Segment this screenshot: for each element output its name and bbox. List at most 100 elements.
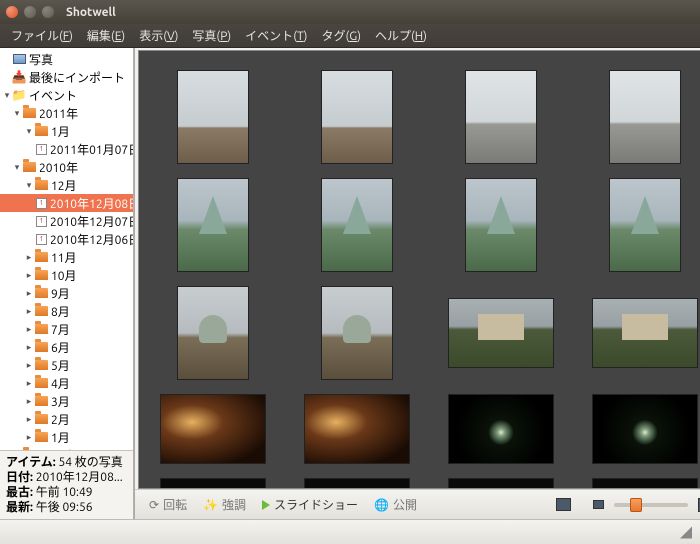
thumbnail[interactable] — [593, 71, 697, 163]
menu-tags[interactable]: タグ(G) — [314, 27, 368, 44]
photos-icon — [13, 54, 26, 64]
thumbnail[interactable] — [305, 287, 409, 379]
resize-grip-icon[interactable]: ◢ — [680, 524, 692, 541]
thumbnail[interactable] — [593, 179, 697, 271]
sidebar: 写真 📥最後にインポート ▾📁イベント ▾2011年 ▾1月 12011年01月… — [0, 48, 134, 519]
info-newest-value: 午後 09:56 — [36, 501, 93, 514]
folder-icon — [35, 180, 48, 190]
folder-icon — [35, 432, 48, 442]
publish-button[interactable]: 🌐公開 — [368, 494, 423, 515]
tree-month[interactable]: ▾1月 — [0, 122, 133, 140]
tree-month[interactable]: ▸4月 — [0, 374, 133, 392]
zoom-small-icon[interactable] — [593, 500, 604, 509]
tree-month[interactable]: ▸1月 — [0, 428, 133, 446]
tree-month[interactable]: ▸11月 — [0, 248, 133, 266]
thumbnail[interactable] — [593, 287, 697, 379]
tree-month[interactable]: ▸3月 — [0, 392, 133, 410]
thumbnail[interactable] — [305, 71, 409, 163]
folder-icon — [35, 396, 48, 406]
tree-events[interactable]: ▾📁イベント — [0, 86, 133, 104]
titlebar: Shotwell — [0, 0, 700, 24]
thumbnail[interactable] — [305, 395, 409, 463]
calendar-icon: 1 — [36, 198, 47, 209]
thumbnail[interactable] — [161, 71, 265, 163]
toolbar: ⟳回転 ✨強調 スライドショー 🌐公開 — [135, 489, 700, 519]
info-items-label: アイテム: — [6, 456, 56, 469]
info-oldest-label: 最古: — [6, 486, 33, 499]
thumbnail[interactable] — [449, 395, 553, 463]
folder-icon — [23, 108, 36, 118]
calendar-icon: 1 — [36, 216, 47, 227]
tree-year-2011[interactable]: ▾2011年 — [0, 104, 133, 122]
slideshow-button[interactable]: スライドショー — [256, 494, 364, 515]
thumbnail[interactable] — [161, 479, 265, 489]
minimize-icon[interactable] — [24, 6, 36, 18]
info-panel: アイテム: 54 枚の写真 日付: 2010年12月08... 最古: 午前 1… — [0, 450, 133, 519]
folder-icon — [35, 378, 48, 388]
info-date-value: 2010年12月08... — [36, 471, 123, 484]
tree-month[interactable]: ▾12月 — [0, 176, 133, 194]
thumbnail-gallery[interactable] — [138, 50, 700, 489]
wand-icon: ✨ — [203, 498, 218, 512]
slider-knob[interactable] — [630, 498, 642, 512]
tree-month[interactable]: ▸6月 — [0, 338, 133, 356]
folder-icon — [35, 342, 48, 352]
menu-edit[interactable]: 編集(E) — [80, 27, 132, 44]
filter-photos-icon[interactable] — [556, 498, 571, 511]
folder-icon — [35, 270, 48, 280]
tree-month[interactable]: ▸7月 — [0, 320, 133, 338]
folder-icon — [35, 360, 48, 370]
rotate-button[interactable]: ⟳回転 — [143, 494, 193, 515]
globe-icon: 🌐 — [374, 498, 389, 512]
folder-icon — [35, 288, 48, 298]
menu-file[interactable]: ファイル(F) — [4, 27, 80, 44]
menu-view[interactable]: 表示(V) — [132, 27, 185, 44]
maximize-icon[interactable] — [42, 6, 54, 18]
import-icon: 📥 — [12, 71, 26, 83]
thumbnail[interactable] — [449, 479, 553, 489]
folder-icon — [35, 252, 48, 262]
tree-date[interactable]: 12010年12月06日 — [0, 230, 133, 248]
tree-month[interactable]: ▸8月 — [0, 302, 133, 320]
tree-date[interactable]: 12010年12月07日 — [0, 212, 133, 230]
info-oldest-value: 午前 10:49 — [36, 486, 93, 499]
info-date-label: 日付: — [6, 471, 33, 484]
tree-date[interactable]: 12011年01月07日 — [0, 140, 133, 158]
menu-help[interactable]: ヘルプ(H) — [368, 27, 434, 44]
close-icon[interactable] — [6, 6, 18, 18]
info-items-value: 54 枚の写真 — [59, 456, 123, 469]
thumbnail[interactable] — [161, 395, 265, 463]
thumbnail[interactable] — [593, 395, 697, 463]
calendar-icon: 1 — [36, 234, 47, 245]
tree-last-import[interactable]: 📥最後にインポート — [0, 68, 133, 86]
thumbnail[interactable] — [449, 287, 553, 379]
folder-icon — [35, 306, 48, 316]
thumbnail[interactable] — [305, 479, 409, 489]
folder-icon — [23, 162, 36, 172]
thumbnail[interactable] — [449, 71, 553, 163]
tree-month[interactable]: ▸2月 — [0, 410, 133, 428]
tree-date-selected[interactable]: 12010年12月08日 — [0, 194, 133, 212]
tree-month[interactable]: ▸5月 — [0, 356, 133, 374]
tree-photos[interactable]: 写真 — [0, 50, 133, 68]
thumbnail[interactable] — [161, 287, 265, 379]
thumbnail[interactable] — [161, 179, 265, 271]
menu-photos[interactable]: 写真(P) — [185, 27, 238, 44]
folder-icon — [35, 414, 48, 424]
statusbar: ◢ — [0, 519, 700, 544]
folder-icon — [35, 324, 48, 334]
zoom-slider[interactable] — [614, 503, 688, 507]
window-title: Shotwell — [66, 6, 116, 19]
thumbnail[interactable] — [449, 179, 553, 271]
tree-month[interactable]: ▸9月 — [0, 284, 133, 302]
thumbnail[interactable] — [593, 479, 697, 489]
play-icon — [262, 500, 270, 510]
folder-icon — [35, 126, 48, 136]
tree-year-2010[interactable]: ▾2010年 — [0, 158, 133, 176]
thumbnail[interactable] — [305, 179, 409, 271]
menu-events[interactable]: イベント(T) — [238, 27, 314, 44]
tree-month[interactable]: ▸10月 — [0, 266, 133, 284]
content: ⟳回転 ✨強調 スライドショー 🌐公開 — [134, 48, 700, 519]
calendar-icon: 1 — [36, 144, 47, 155]
enhance-button[interactable]: ✨強調 — [197, 494, 252, 515]
